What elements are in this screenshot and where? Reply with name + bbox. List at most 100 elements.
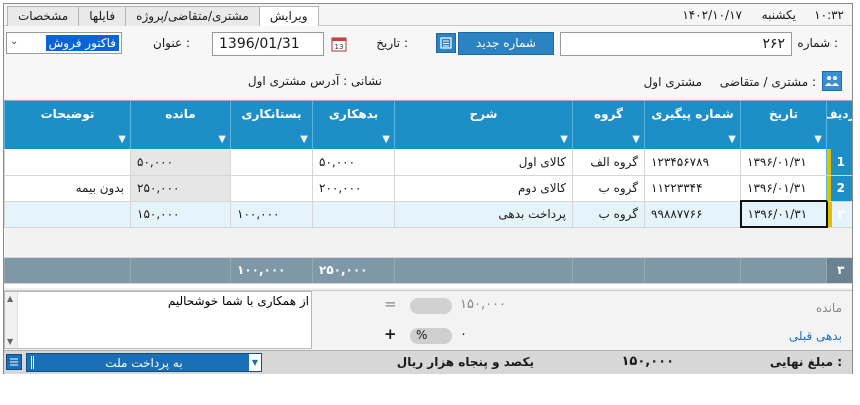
cell-description[interactable]: کالای دوم xyxy=(394,175,573,202)
remain-label: مانده xyxy=(815,301,842,315)
cell-tracking[interactable]: ۹۹۸۸۷۷۶۶ xyxy=(644,201,741,228)
cell-description[interactable]: پرداخت بدهی xyxy=(394,201,573,228)
cell-credit[interactable]: ۱۰۰,۰۰۰ xyxy=(230,201,313,228)
day-name: یکشنبه xyxy=(761,8,796,22)
title-label: عنوان : xyxy=(153,36,190,50)
filter-icon[interactable]: ▼ xyxy=(300,134,308,145)
plus-button[interactable]: + xyxy=(384,325,397,343)
title-combo[interactable]: فاکتور فروش ⌄ xyxy=(6,32,122,54)
chevron-down-icon[interactable]: ⌄ xyxy=(10,36,18,47)
discount-value[interactable]: ۰ xyxy=(460,327,467,342)
summary-panel: ▲ ▼ = ۱۵۰,۰۰۰ + % ۰ مانده بدهی قبلی xyxy=(4,290,852,350)
address-label: نشانی : آدرس مشتری اول xyxy=(247,74,382,88)
invoice-table: ردیف تاریخ▼ شماره پیگیری▼ گروه▼ شرح▼ بده… xyxy=(4,101,852,284)
cell-date[interactable]: ۱۳۹۶/۰۱/۳۱ xyxy=(740,149,827,176)
col-credit[interactable]: بستانکاری ▼ xyxy=(230,101,313,149)
totals-debit: ۲۵۰,۰۰۰ xyxy=(312,257,395,284)
footer-bar: به پرداخت ملت ▼ مبلغ نهایی : ۱۵۰,۰۰۰ یکص… xyxy=(4,350,852,374)
list-icon[interactable] xyxy=(436,33,456,53)
cell-tracking[interactable]: ۱۱۲۲۳۳۴۴ xyxy=(644,175,741,202)
row-number[interactable]: 1 xyxy=(826,149,852,176)
remain-toggle[interactable] xyxy=(410,298,452,314)
totals-blank xyxy=(394,257,573,284)
customer-label: مشتری / متقاضی : xyxy=(719,75,816,89)
cell-notes[interactable] xyxy=(4,201,131,228)
cell-credit[interactable] xyxy=(230,149,313,176)
cell-date[interactable]: ۱۳۹۶/۰۱/۳۱ xyxy=(739,200,828,228)
notes-scrollbar[interactable]: ▲ ▼ xyxy=(5,292,18,348)
table-row[interactable]: 1 ۱۳۹۶/۰۱/۳۱ ۱۲۳۴۵۶۷۸۹ گروه الف کالای او… xyxy=(4,149,852,176)
col-balance[interactable]: مانده ▼ xyxy=(130,101,231,149)
remain-amount: ۱۵۰,۰۰۰ xyxy=(460,297,507,312)
payment-method-value: به پرداخت ملت xyxy=(105,356,183,370)
scroll-down-icon[interactable]: ▼ xyxy=(7,337,13,346)
totals-blank xyxy=(4,257,131,284)
filter-icon[interactable]: ▼ xyxy=(814,134,822,145)
tab-bar: ویرایش مشتری/متقاضی/پروژه فایلها مشخصات xyxy=(7,6,319,27)
date-field[interactable]: 1396/01/31 xyxy=(212,32,324,56)
number-label: شماره : xyxy=(797,36,838,50)
filter-icon[interactable]: ▼ xyxy=(632,134,640,145)
scroll-up-icon[interactable]: ▲ xyxy=(7,294,13,303)
table-row[interactable]: ۳ ۱۳۹۶/۰۱/۳۱ ۹۹۸۸۷۷۶۶ گروه ب پرداخت بدهی… xyxy=(4,200,852,228)
row-marker xyxy=(827,149,831,174)
chevron-down-icon[interactable]: ▼ xyxy=(249,354,261,371)
cell-description[interactable]: کالای اول xyxy=(394,149,573,176)
final-amount-label: مبلغ نهایی : xyxy=(769,355,842,369)
col-tracking[interactable]: شماره پیگیری ▼ xyxy=(644,101,741,149)
totals-blank xyxy=(130,257,231,284)
cell-group[interactable]: گروه الف xyxy=(572,149,645,176)
title-strip: ۱۰:۳۲ یکشنبه ۱۴۰۲/۱۰/۱۷ ویرایش مشتری/متق… xyxy=(4,4,852,27)
filter-icon[interactable]: ▼ xyxy=(118,134,126,145)
totals-blank xyxy=(572,257,645,284)
col-description[interactable]: شرح ▼ xyxy=(394,101,573,149)
row-marker xyxy=(827,201,832,226)
header-row: ردیف تاریخ▼ شماره پیگیری▼ گروه▼ شرح▼ بده… xyxy=(4,101,852,149)
row-number[interactable]: 2 xyxy=(826,175,852,202)
new-number-button[interactable]: شماره جدید xyxy=(458,32,554,55)
tab-specs[interactable]: مشخصات xyxy=(7,6,80,26)
notes-textarea[interactable] xyxy=(19,294,309,346)
cell-date[interactable]: ۱۳۹۶/۰۱/۳۱ xyxy=(740,175,827,202)
row-number[interactable]: ۳ xyxy=(826,201,852,228)
payment-method-select[interactable]: به پرداخت ملت ▼ xyxy=(26,353,262,372)
tab-edit[interactable]: ویرایش xyxy=(258,6,319,27)
cell-group[interactable]: گروه ب xyxy=(572,201,645,228)
empty-area xyxy=(4,227,852,258)
customer-icon[interactable] xyxy=(822,71,842,91)
table-row[interactable]: 2 ۱۳۹۶/۰۱/۳۱ ۱۱۲۲۳۳۴۴ گروه ب کالای دوم ۲… xyxy=(4,175,852,202)
filter-icon[interactable]: ▼ xyxy=(218,134,226,145)
filter-icon[interactable]: ▼ xyxy=(382,134,390,145)
totals-credit: ۱۰۰,۰۰۰ xyxy=(230,257,313,284)
tab-files[interactable]: فایلها xyxy=(78,6,127,26)
current-date: ۱۴۰۲/۱۰/۱۷ xyxy=(682,8,742,22)
filter-icon[interactable]: ▼ xyxy=(560,134,568,145)
cell-debit[interactable]: ۵۰,۰۰۰ xyxy=(312,149,395,176)
tab-customer-project[interactable]: مشتری/متقاضی/پروژه xyxy=(125,6,260,26)
invoice-grid: ردیف تاریخ▼ شماره پیگیری▼ گروه▼ شرح▼ بده… xyxy=(4,100,852,288)
totals-row: ۳ ۲۵۰,۰۰۰ ۱۰۰,۰۰۰ xyxy=(4,257,852,284)
cell-credit[interactable] xyxy=(230,175,313,202)
col-row[interactable]: ردیف xyxy=(826,101,852,149)
percent-toggle[interactable]: % xyxy=(410,328,452,344)
col-date[interactable]: تاریخ ▼ xyxy=(740,101,827,149)
customer-value[interactable]: مشتری اول xyxy=(644,75,702,89)
prev-debt-link[interactable]: بدهی قبلی xyxy=(789,329,842,343)
col-debit[interactable]: بدهکاری ▼ xyxy=(312,101,395,149)
cell-group[interactable]: گروه ب xyxy=(572,175,645,202)
totals-blank xyxy=(740,257,827,284)
col-notes[interactable]: توضیحات ▼ xyxy=(4,101,131,149)
menu-icon[interactable] xyxy=(6,354,22,370)
cell-notes[interactable] xyxy=(4,149,131,176)
cell-balance: ۲۵۰,۰۰۰ xyxy=(130,175,231,202)
calendar-icon[interactable]: 13 xyxy=(330,35,348,53)
col-group[interactable]: گروه ▼ xyxy=(572,101,645,149)
cell-tracking[interactable]: ۱۲۳۴۵۶۷۸۹ xyxy=(644,149,741,176)
totals-count: ۳ xyxy=(826,257,852,284)
filter-icon[interactable]: ▼ xyxy=(728,134,736,145)
number-field[interactable]: ۲۶۲ xyxy=(560,32,792,56)
svg-text:13: 13 xyxy=(335,43,344,51)
cell-debit[interactable]: ۲۰۰,۰۰۰ xyxy=(312,175,395,202)
cell-notes[interactable]: بدون بیمه xyxy=(4,175,131,202)
cell-debit[interactable] xyxy=(312,201,395,228)
